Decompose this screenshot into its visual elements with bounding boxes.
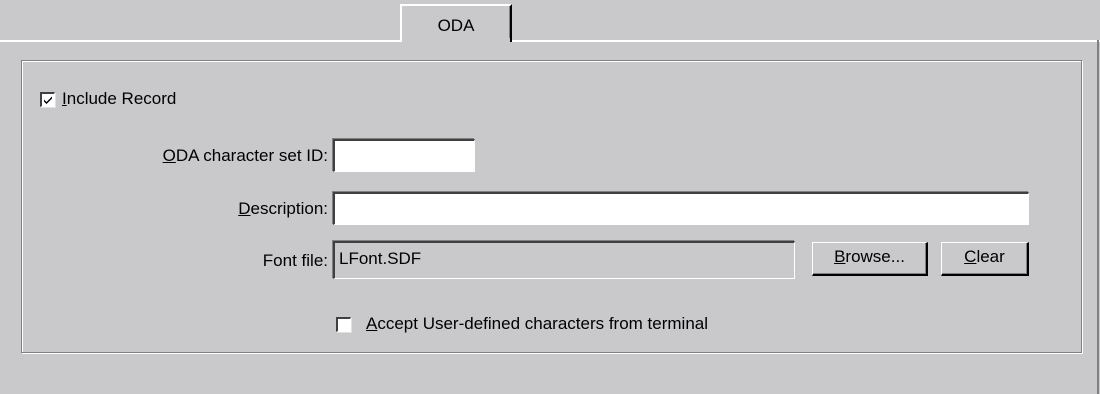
browse-button[interactable]: Browse... [812, 242, 928, 276]
oda-settings-dialog: ODA Include Record ODA character set ID:… [0, 0, 1100, 394]
tab-oda-label: ODA [437, 16, 475, 35]
description-input[interactable] [333, 192, 1029, 225]
accept-user-defined-checkbox[interactable] [336, 317, 351, 332]
tab-page-right-border [1097, 40, 1099, 394]
oda-character-set-id-input[interactable] [333, 139, 475, 172]
tab-page-top-border [0, 40, 1100, 42]
font-file-label: Font file: [262, 251, 328, 270]
include-record-label[interactable]: Include Record [62, 89, 176, 109]
include-record-checkbox[interactable] [40, 92, 55, 107]
clear-button[interactable]: Clear [941, 242, 1029, 276]
accept-user-defined-label[interactable]: Accept User-defined characters from term… [366, 314, 708, 334]
tab-gap [402, 38, 510, 44]
tab-oda[interactable]: ODA [400, 4, 512, 42]
checkmark-icon [44, 96, 52, 104]
description-label: Description: [238, 199, 328, 218]
font-file-field: LFont.SDF [333, 241, 795, 279]
oda-character-set-id-label: ODA character set ID: [162, 146, 328, 165]
